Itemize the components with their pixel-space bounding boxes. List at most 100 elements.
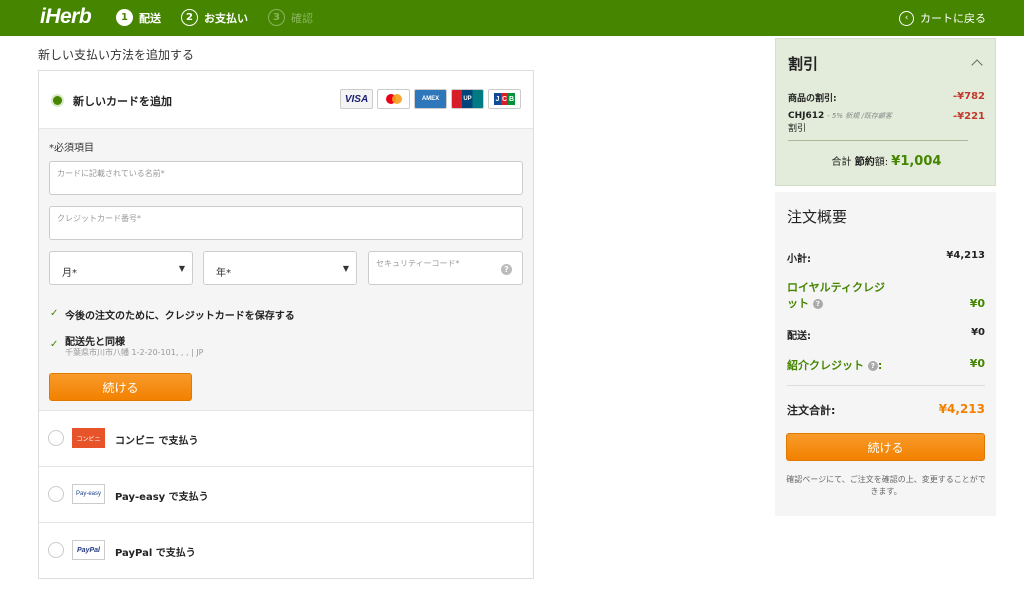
- product-discount-value: -¥782: [953, 91, 985, 102]
- confirmation-note: 確認ページにて、ご注文を確認の上、変更することができます。: [786, 475, 986, 496]
- year-label: 年*: [216, 268, 231, 279]
- card-form: *必須項目 カードに記載されている名前* クレジットカード番号* 月* ▼ 年*…: [39, 129, 533, 411]
- back-to-cart-link[interactable]: ‹ カートに戻る: [899, 10, 986, 26]
- subtotal-row: 小計: ¥4,213: [787, 250, 985, 265]
- coupon-discount-value: -¥221: [953, 111, 985, 122]
- same-address-label: 配送先と同様: [65, 337, 125, 348]
- new-card-label: 新しいカードを追加: [73, 95, 172, 108]
- card-brands: VISA AMEX UP JCB: [336, 89, 521, 109]
- chevron-left-icon: ‹: [899, 10, 914, 26]
- subtotal-label: 小計:: [787, 254, 811, 265]
- referral-credit-row: 紹介クレジット ?: ¥0: [787, 357, 985, 373]
- continue-button[interactable]: 続ける: [786, 433, 985, 461]
- product-discount-label: 商品の割引:: [788, 94, 837, 104]
- subtotal-value: ¥4,213: [946, 250, 985, 261]
- step-shipping[interactable]: 1 配送: [116, 9, 161, 26]
- referral-credit-label: 紹介クレジット: [787, 359, 864, 372]
- required-note: *必須項目: [49, 143, 94, 154]
- loyalty-credit-label: ロイヤルティクレジ: [787, 281, 886, 294]
- save-card-label: 今後の注文のために、クレジットカードを保存する: [65, 311, 295, 322]
- order-total-label: 注文合計:: [787, 404, 836, 417]
- security-code-placeholder: セキュリティーコード*: [376, 259, 460, 268]
- card-name-placeholder: カードに記載されている名前*: [57, 169, 165, 178]
- caret-down-icon: ▼: [342, 264, 349, 273]
- shipping-row: 配送: ¥0: [787, 327, 985, 342]
- konbini-logo: コンビニ: [72, 428, 105, 448]
- help-icon[interactable]: ?: [812, 299, 823, 309]
- shipping-value: ¥0: [971, 327, 985, 338]
- total-savings-prefix: 合計: [831, 157, 852, 168]
- card-number-placeholder: クレジットカード番号*: [57, 214, 141, 223]
- paypal-logo: PayPal: [72, 540, 105, 560]
- amex-icon: AMEX: [414, 89, 447, 109]
- paypal-option[interactable]: PayPal PayPal で支払う: [39, 523, 533, 579]
- payeasy-label: Pay-easy で支払う: [115, 492, 209, 503]
- konbini-option[interactable]: コンビニ コンビニ で支払う: [39, 411, 533, 467]
- step-number: 2: [181, 9, 198, 26]
- step-payment[interactable]: 2 お支払い: [181, 9, 248, 26]
- card-name-input[interactable]: カードに記載されている名前*: [49, 161, 523, 195]
- payment-methods-panel: 新しいカードを追加 VISA AMEX UP JCB *必須項目 カードに記載さ…: [38, 70, 534, 579]
- help-icon[interactable]: ?: [867, 361, 878, 371]
- top-bar: iHerb 1 配送 2 お支払い 3 確認 ‹ カートに戻る: [0, 0, 1024, 36]
- loyalty-credit-value: ¥0: [969, 297, 985, 310]
- summary-title: 注文概要: [787, 208, 848, 226]
- order-total-value: ¥4,213: [938, 402, 985, 416]
- security-code-input[interactable]: セキュリティーコード* ?: [368, 251, 523, 285]
- same-address-checkbox[interactable]: ✓: [50, 339, 61, 350]
- checkout-steps: 1 配送 2 お支払い 3 確認: [116, 9, 333, 26]
- step-number: 3: [268, 9, 285, 26]
- step-label: 配送: [139, 11, 161, 25]
- iherb-logo[interactable]: iHerb: [40, 5, 92, 29]
- payeasy-option[interactable]: Pay-easy Pay-easy で支払う: [39, 467, 533, 523]
- month-label: 月*: [62, 268, 77, 279]
- total-savings: 合計 節約額: ¥1,004: [776, 153, 997, 169]
- total-savings-bold: 節約: [854, 157, 875, 168]
- coupon-discount-row: CHJ612 - 5% 新規 /既存顧客 割引 -¥221: [788, 111, 985, 134]
- loyalty-credit-row: ロイヤルティクレジ ット ? ¥0: [787, 280, 985, 312]
- back-to-cart-label: カートに戻る: [920, 12, 986, 25]
- payeasy-logo: Pay-easy: [72, 484, 105, 504]
- total-savings-suffix: 額:: [874, 157, 889, 168]
- coupon-code: CHJ612: [788, 111, 825, 121]
- jcb-icon: JCB: [488, 89, 521, 109]
- continue-button[interactable]: 続ける: [49, 373, 192, 401]
- unionpay-icon: UP: [451, 89, 484, 109]
- card-number-input[interactable]: クレジットカード番号*: [49, 206, 523, 240]
- new-card-option[interactable]: 新しいカードを追加 VISA AMEX UP JCB: [39, 71, 533, 129]
- step-label: 確認: [291, 11, 313, 25]
- paypal-label: PayPal で支払う: [115, 548, 196, 559]
- total-savings-value: ¥1,004: [891, 154, 942, 169]
- radio-unselected[interactable]: [48, 430, 64, 446]
- step-label: お支払い: [204, 11, 248, 25]
- section-title: 新しい支払い方法を追加する: [38, 48, 195, 62]
- billing-address-text: 千葉県市川市八幡 1-2-20-101, , , | JP: [65, 348, 204, 357]
- help-icon[interactable]: ?: [501, 264, 512, 275]
- step-number: 1: [116, 9, 133, 26]
- radio-unselected[interactable]: [48, 486, 64, 502]
- chevron-up-icon[interactable]: [971, 59, 983, 71]
- radio-selected[interactable]: [51, 94, 64, 107]
- divider: [787, 385, 985, 386]
- shipping-label: 配送:: [787, 331, 811, 342]
- order-total-row: 注文合計: ¥4,213: [787, 402, 985, 418]
- product-discount-row: 商品の割引: -¥782: [788, 91, 985, 104]
- save-card-checkbox[interactable]: ✓: [50, 308, 61, 319]
- referral-credit-value: ¥0: [969, 357, 985, 370]
- loyalty-credit-label-2: ット: [787, 297, 809, 310]
- coupon-description-2: 割引: [788, 124, 807, 134]
- discount-panel: 割引 商品の割引: -¥782 CHJ612 - 5% 新規 /既存顧客 割引 …: [775, 38, 996, 186]
- order-summary-panel: 注文概要 小計: ¥4,213 ロイヤルティクレジ ット ? ¥0 配送: ¥0…: [775, 192, 996, 516]
- caret-down-icon: ▼: [178, 264, 185, 273]
- discount-title: 割引: [788, 55, 819, 73]
- radio-unselected[interactable]: [48, 542, 64, 558]
- referral-credit-colon: :: [877, 359, 883, 372]
- konbini-label: コンビニ で支払う: [115, 436, 199, 447]
- divider: [788, 140, 968, 141]
- month-select[interactable]: 月* ▼: [49, 251, 193, 285]
- year-select[interactable]: 年* ▼: [203, 251, 357, 285]
- visa-icon: VISA: [340, 89, 373, 109]
- mastercard-icon: [377, 89, 410, 109]
- step-confirm: 3 確認: [268, 9, 313, 26]
- coupon-description: - 5% 新規 /既存顧客: [827, 112, 892, 120]
